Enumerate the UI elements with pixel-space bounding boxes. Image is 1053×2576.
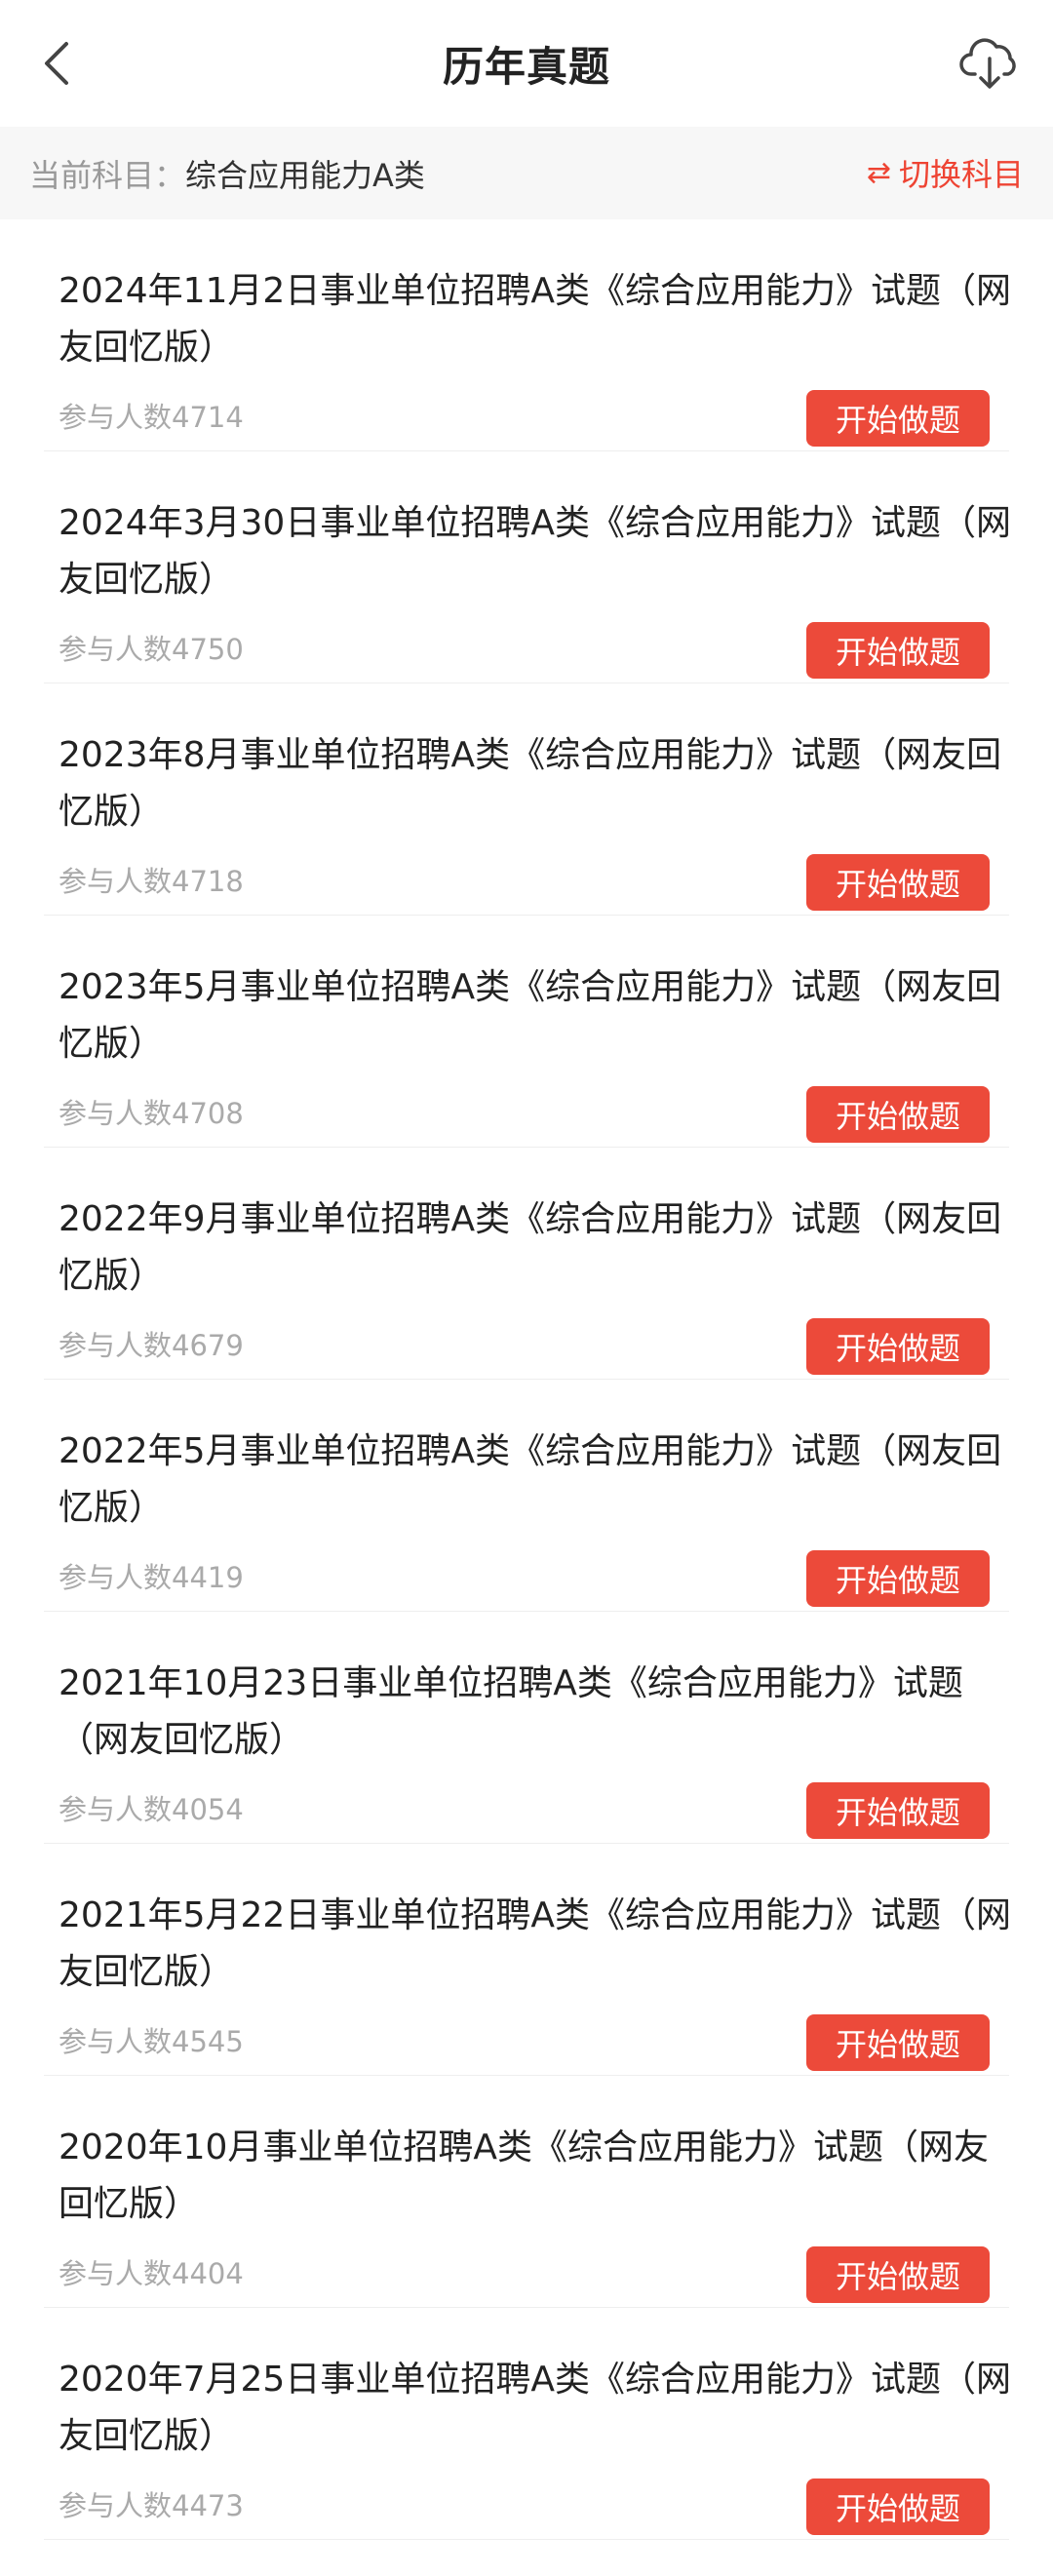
exam-list-item[interactable]: 2022年9月事业单位招聘A类《综合应用能力》试题（网友回忆版） 参与人数4679… [44,1148,1009,1380]
exam-title: 2022年9月事业单位招聘A类《综合应用能力》试题（网友回忆版） [58,1199,1002,1296]
exam-list-item[interactable]: 2021年5月22日事业单位招聘A类《综合应用能力》试题（网友回忆版） 参与人数4… [44,1844,1011,2076]
start-quiz-button[interactable]: 开始做题 [806,854,990,911]
exam-title: 2023年8月事业单位招聘A类《综合应用能力》试题（网友回忆版） [58,735,1002,832]
back-button[interactable] [29,34,88,93]
exam-title: 2024年11月2日事业单位招聘A类《综合应用能力》试题（网友回忆版） [58,271,1011,368]
participant-count: 参与人数4714 [58,401,244,434]
subject-label: 当前科目： [29,156,186,194]
start-quiz-button[interactable]: 开始做题 [806,1550,990,1607]
start-quiz-button[interactable]: 开始做题 [806,1086,990,1143]
participant-count: 参与人数4679 [58,1329,244,1362]
subject-bar: 当前科目： 综合应用能力A类 ⇄ 切换科目 [0,127,1053,219]
participant-count: 参与人数4708 [58,1097,244,1130]
exam-list-item[interactable]: 2023年5月事业单位招聘A类《综合应用能力》试题（网友回忆版） 参与人数4708… [44,916,1009,1148]
exam-list: 2024年11月2日事业单位招聘A类《综合应用能力》试题（网友回忆版） 参与人数4… [0,219,1053,2540]
switch-arrows-icon: ⇄ [866,155,891,190]
participant-count: 参与人数4473 [58,2489,244,2522]
participant-count: 参与人数4419 [58,1561,244,1594]
exam-title: 2023年5月事业单位招聘A类《综合应用能力》试题（网友回忆版） [58,967,1002,1064]
participant-count: 参与人数4545 [58,2025,244,2058]
exam-title: 2020年10月事业单位招聘A类《综合应用能力》试题（网友回忆版） [58,2127,990,2224]
exam-list-item[interactable]: 2020年10月事业单位招聘A类《综合应用能力》试题（网友回忆版） 参与人数440… [44,2076,1009,2308]
participant-count: 参与人数4750 [58,633,244,666]
start-quiz-button[interactable]: 开始做题 [806,1782,990,1839]
cloud-download-icon [959,38,1016,89]
exam-title: 2020年7月25日事业单位招聘A类《综合应用能力》试题（网友回忆版） [58,2360,1011,2456]
exam-list-item[interactable]: 2020年7月25日事业单位招聘A类《综合应用能力》试题（网友回忆版） 参与人数4… [44,2308,1011,2540]
start-quiz-button[interactable]: 开始做题 [806,2478,990,2535]
exam-title: 2021年10月23日事业单位招聘A类《综合应用能力》试题（网友回忆版） [58,1663,963,1760]
participant-count: 参与人数4718 [58,865,244,898]
exam-list-item[interactable]: 2024年11月2日事业单位招聘A类《综合应用能力》试题（网友回忆版） 参与人数4… [44,219,1011,451]
exam-list-item[interactable]: 2024年3月30日事业单位招聘A类《综合应用能力》试题（网友回忆版） 参与人数4… [44,451,1011,683]
chevron-left-icon [45,42,68,85]
download-button[interactable] [956,29,1024,98]
exam-list-item[interactable]: 2023年8月事业单位招聘A类《综合应用能力》试题（网友回忆版） 参与人数4718… [44,683,1009,916]
top-nav-bar: 历年真题 [0,0,1053,128]
start-quiz-button[interactable]: 开始做题 [806,2014,990,2071]
current-subject: 综合应用能力A类 [185,156,425,194]
exam-title: 2024年3月30日事业单位招聘A类《综合应用能力》试题（网友回忆版） [58,503,1011,600]
participant-count: 参与人数4404 [58,2257,244,2290]
switch-subject-label: 切换科目 [898,156,1024,193]
start-quiz-button[interactable]: 开始做题 [806,1318,990,1375]
exam-list-item[interactable]: 2022年5月事业单位招聘A类《综合应用能力》试题（网友回忆版） 参与人数4419… [44,1380,1009,1612]
exam-title: 2022年5月事业单位招聘A类《综合应用能力》试题（网友回忆版） [58,1431,1002,1528]
start-quiz-button[interactable]: 开始做题 [806,2246,990,2303]
exam-title: 2021年5月22日事业单位招聘A类《综合应用能力》试题（网友回忆版） [58,1895,1011,1992]
exam-list-item[interactable]: 2021年10月23日事业单位招聘A类《综合应用能力》试题（网友回忆版） 参与人数… [44,1612,1009,1844]
start-quiz-button[interactable]: 开始做题 [806,390,990,447]
start-quiz-button[interactable]: 开始做题 [806,622,990,679]
switch-subject-button[interactable]: ⇄ 切换科目 [867,148,1024,197]
page-title: 历年真题 [442,42,610,91]
participant-count: 参与人数4054 [58,1793,244,1826]
